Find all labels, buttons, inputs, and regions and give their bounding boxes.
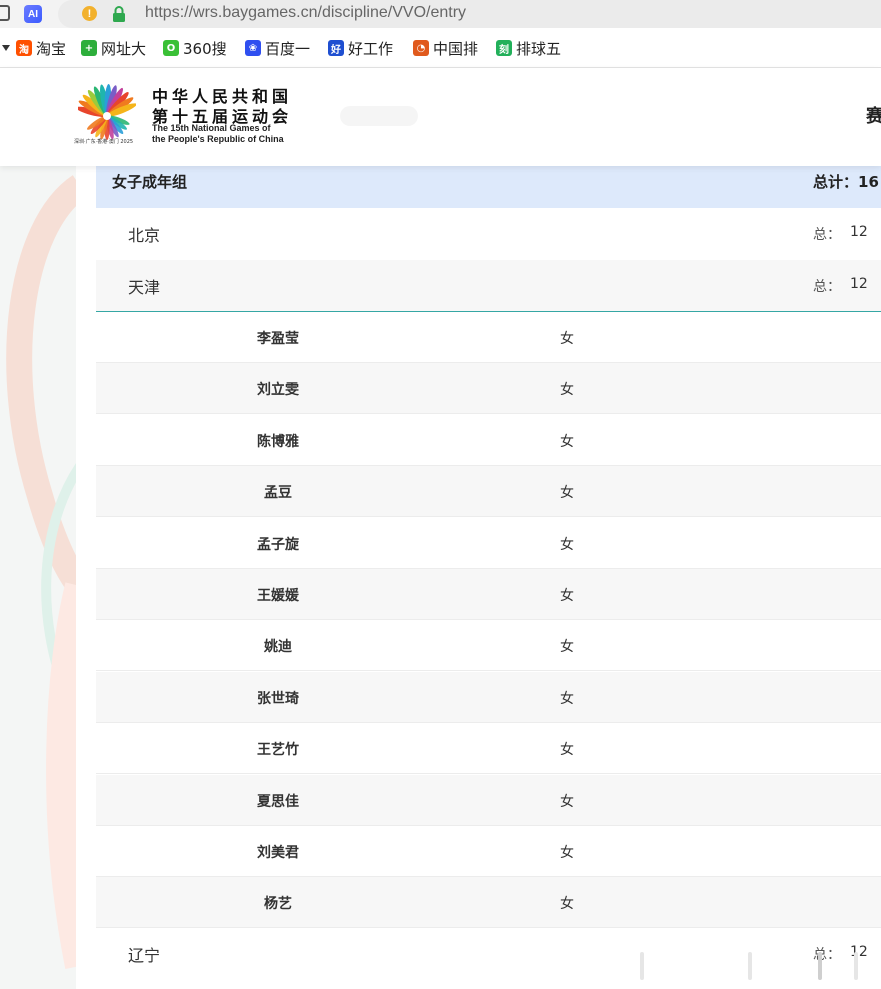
player-name: 杨艺 <box>264 896 292 913</box>
bookmark-label: 好工作 <box>348 39 394 58</box>
volleyball-five-icon: 刻 <box>496 40 512 56</box>
player-name: 刘美君 <box>257 845 299 861</box>
player-name: 姚迪 <box>264 639 292 656</box>
bookmark-item[interactable]: O 360搜 <box>163 38 227 58</box>
table-row[interactable]: 夏思佳 女 <box>96 774 881 826</box>
bookmark-label: 淘宝 <box>36 39 67 58</box>
group-title: 女子成年组 <box>112 173 188 191</box>
bookmark-item[interactable]: + 网址大 <box>81 38 146 58</box>
province-total-label: 总： <box>813 227 841 243</box>
player-gender: 女 <box>560 536 574 553</box>
bookmark-item[interactable]: ❀ 百度一 <box>245 38 310 58</box>
bookmarks-overflow-arrow-icon[interactable] <box>2 45 10 51</box>
bookmark-item[interactable]: 淘淘宝 <box>16 38 66 58</box>
table-row[interactable]: 姚迪 女 <box>96 620 881 672</box>
bookmark-item[interactable]: 好好工作 <box>328 38 393 58</box>
player-name: 夏思佳 <box>257 793 299 810</box>
job-site-icon: 好 <box>328 40 344 56</box>
province-total-value: 12 <box>850 944 868 960</box>
province-name: 辽宁 <box>128 946 161 965</box>
player-name: 王媛媛 <box>257 588 299 604</box>
bookmark-label: 网址大 <box>101 39 147 58</box>
logo-title-en-line1: The 15th National Games of <box>152 123 271 133</box>
bookmark-label: 百度一 <box>265 39 311 58</box>
player-gender: 女 <box>560 331 574 347</box>
360-search-icon: O <box>163 40 179 56</box>
taobao-icon: 淘 <box>16 40 32 56</box>
group-total: 总计：16 <box>813 171 879 192</box>
national-games-logo-icon[interactable] <box>78 80 136 146</box>
group-total-value: 16 <box>858 173 879 191</box>
player-name: 李盈莹 <box>257 331 299 347</box>
browser-address-bar: AI ! https://wrs.baygames.cn/discipline/… <box>0 0 881 28</box>
table-row[interactable]: 陈博雅 女 <box>96 415 881 466</box>
province-row-expanded[interactable]: 天津 总： 12 <box>96 260 881 312</box>
table-row[interactable]: 张世琦 女 <box>96 671 881 723</box>
table-row[interactable]: 李盈莹 女 <box>96 312 881 363</box>
group-total-label: 总计： <box>813 173 859 191</box>
scroll-indicator[interactable] <box>640 952 644 980</box>
bookmark-label: 360搜 <box>183 39 227 58</box>
tab-overflow-icon[interactable] <box>0 5 10 21</box>
baidu-paw-icon: ❀ <box>245 40 261 56</box>
player-name: 孟子旋 <box>257 536 299 553</box>
table-row[interactable]: 刘立雯 女 <box>96 363 881 415</box>
player-name: 刘立雯 <box>257 382 299 399</box>
province-name: 天津 <box>128 278 161 297</box>
table-row[interactable]: 王媛媛 女 <box>96 569 881 620</box>
player-gender: 女 <box>560 793 574 810</box>
ai-assistant-icon[interactable]: AI <box>24 5 42 23</box>
lock-icon[interactable] <box>112 6 126 22</box>
hao-navigation-icon: + <box>81 40 97 56</box>
volleyball-site-icon: ◔ <box>413 40 429 56</box>
scroll-indicator[interactable] <box>854 952 858 980</box>
header-placeholder <box>340 106 418 126</box>
table-row[interactable]: 孟豆 女 <box>96 466 881 518</box>
bookmark-label: 排球五 <box>516 39 562 58</box>
player-gender: 女 <box>560 845 574 861</box>
player-gender: 女 <box>560 382 574 399</box>
player-name: 张世琦 <box>257 690 299 707</box>
warning-icon[interactable]: ! <box>82 6 97 21</box>
background-decoration <box>6 175 80 969</box>
entry-table: 女子成年组 总计：16 北京 总： 12 天津 总： 12 李盈莹女刘立雯女陈博… <box>76 166 881 989</box>
province-row[interactable]: 辽宁 总： 12 <box>96 928 881 980</box>
table-row[interactable]: 孟子旋 女 <box>96 518 881 569</box>
scroll-indicator[interactable] <box>818 952 822 980</box>
logo-title-en-line2: the People's Republic of China <box>152 134 284 144</box>
player-gender: 女 <box>560 690 574 707</box>
player-gender: 女 <box>560 742 574 759</box>
player-name: 王艺竹 <box>257 742 299 759</box>
table-row[interactable]: 王艺竹 女 <box>96 723 881 775</box>
bookmarks-bar: 淘淘宝 + 网址大 O 360搜 ❀ 百度一好好工作 ◔ 中国排刻排球五 <box>0 28 881 68</box>
table-row[interactable]: 刘美君 女 <box>96 826 881 877</box>
bookmark-label: 中国排 <box>433 39 479 58</box>
group-header[interactable]: 女子成年组 总计：16 <box>96 166 881 208</box>
logo-tagline: 深圳·广东·香港·澳门 2025 <box>74 139 134 145</box>
player-name: 孟豆 <box>264 485 292 502</box>
player-name: 陈博雅 <box>257 433 299 450</box>
page-root: AI ! https://wrs.baygames.cn/discipline/… <box>0 0 881 989</box>
scroll-indicator[interactable] <box>748 952 752 980</box>
province-name: 北京 <box>128 226 161 245</box>
province-total-value: 12 <box>850 224 868 240</box>
nav-item-partial[interactable]: 赛 <box>866 102 881 128</box>
player-gender: 女 <box>560 639 574 656</box>
player-gender: 女 <box>560 433 574 450</box>
player-gender: 女 <box>560 588 574 604</box>
site-header: 深圳·广东·香港·澳门 2025 中华人民共和国 第十五届运动会 The 15t… <box>0 68 881 166</box>
url-text[interactable]: https://wrs.baygames.cn/discipline/VVO/e… <box>145 4 466 22</box>
player-gender: 女 <box>560 896 574 913</box>
bookmark-item[interactable]: ◔ 中国排 <box>413 38 478 58</box>
province-total-label: 总： <box>813 279 841 295</box>
province-total-value: 12 <box>850 276 868 292</box>
bookmark-item[interactable]: 刻排球五 <box>496 38 561 58</box>
table-row[interactable]: 杨艺 女 <box>96 877 881 929</box>
player-gender: 女 <box>560 485 574 502</box>
province-row[interactable]: 北京 总： 12 <box>96 208 881 260</box>
